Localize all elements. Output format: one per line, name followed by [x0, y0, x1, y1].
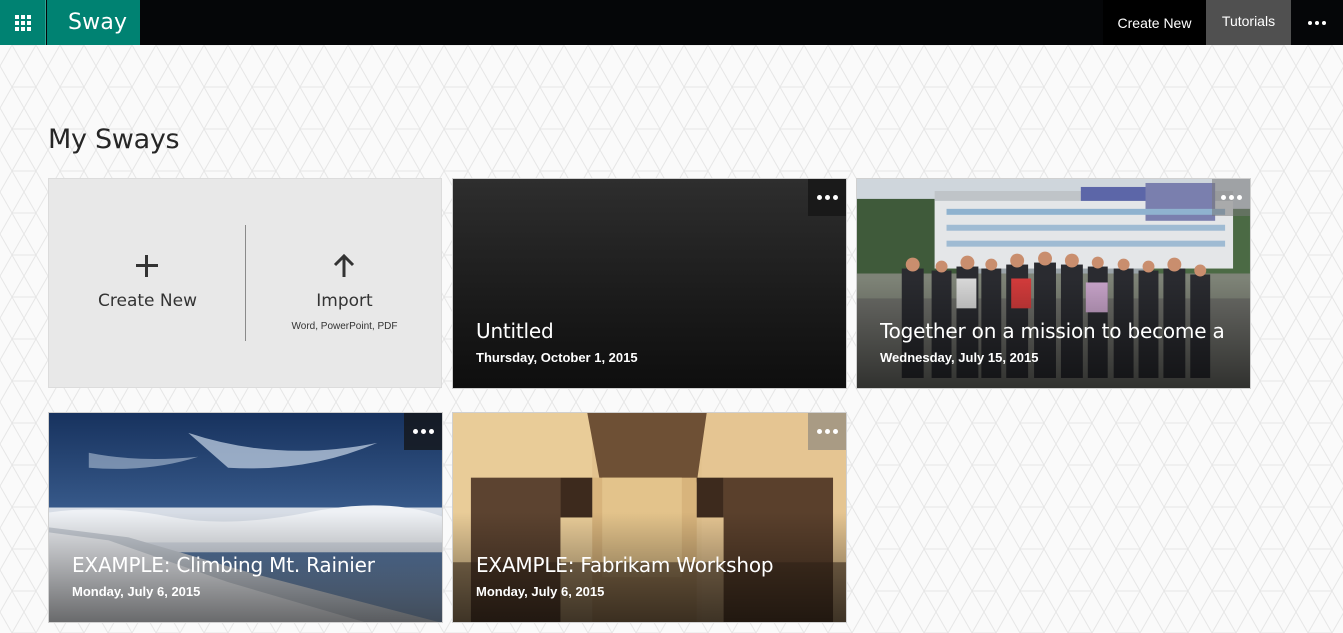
sway-card[interactable]: Untitled Thursday, October 1, 2015 [452, 178, 847, 389]
sway-card[interactable]: Together on a mission to become a ... We… [856, 178, 1251, 389]
card-more-button[interactable] [808, 179, 846, 216]
arrow-up-icon [333, 253, 355, 277]
tutorials-nav-button[interactable]: Tutorials [1206, 0, 1291, 45]
ellipsis-icon [1308, 20, 1312, 25]
card-title: Together on a mission to become a ... [880, 319, 1230, 343]
ellipsis-icon [816, 429, 822, 434]
app-launcher-button[interactable] [0, 0, 46, 45]
brand-logo[interactable]: Sway [47, 0, 140, 45]
more-options-button[interactable] [1291, 0, 1343, 45]
card-title: Untitled [476, 319, 554, 343]
card-title: EXAMPLE: Fabrikam Workshop [476, 553, 774, 577]
card-date: Wednesday, July 15, 2015 [880, 350, 1039, 365]
page-title: My Sways [48, 124, 180, 155]
sway-card[interactable]: EXAMPLE: Climbing Mt. Rainier Monday, Ju… [48, 412, 443, 623]
card-date: Thursday, October 1, 2015 [476, 350, 638, 365]
card-date: Monday, July 6, 2015 [476, 584, 605, 599]
card-more-button[interactable] [404, 413, 442, 450]
create-new-nav-button[interactable]: Create New [1103, 0, 1206, 45]
sway-card[interactable]: EXAMPLE: Fabrikam Workshop Monday, July … [452, 412, 847, 623]
ellipsis-icon [1220, 195, 1226, 200]
import-formats: Word, PowerPoint, PDF [291, 321, 398, 332]
card-more-button[interactable] [1212, 179, 1250, 216]
card-more-button[interactable] [808, 413, 846, 450]
ellipsis-icon [412, 429, 418, 434]
ellipsis-icon [816, 195, 822, 200]
waffle-icon [14, 14, 31, 31]
import-button[interactable]: Import Word, PowerPoint, PDF [246, 179, 443, 387]
create-import-tile: Create New Import Word, PowerPoint, PDF [48, 178, 442, 388]
create-new-label: Create New [98, 291, 197, 311]
plus-icon [136, 255, 158, 277]
create-new-button[interactable]: Create New [49, 179, 246, 387]
card-date: Monday, July 6, 2015 [72, 584, 201, 599]
import-label: Import [316, 291, 373, 311]
top-bar: Sway Create New Tutorials [0, 0, 1343, 45]
card-title: EXAMPLE: Climbing Mt. Rainier [72, 553, 375, 577]
